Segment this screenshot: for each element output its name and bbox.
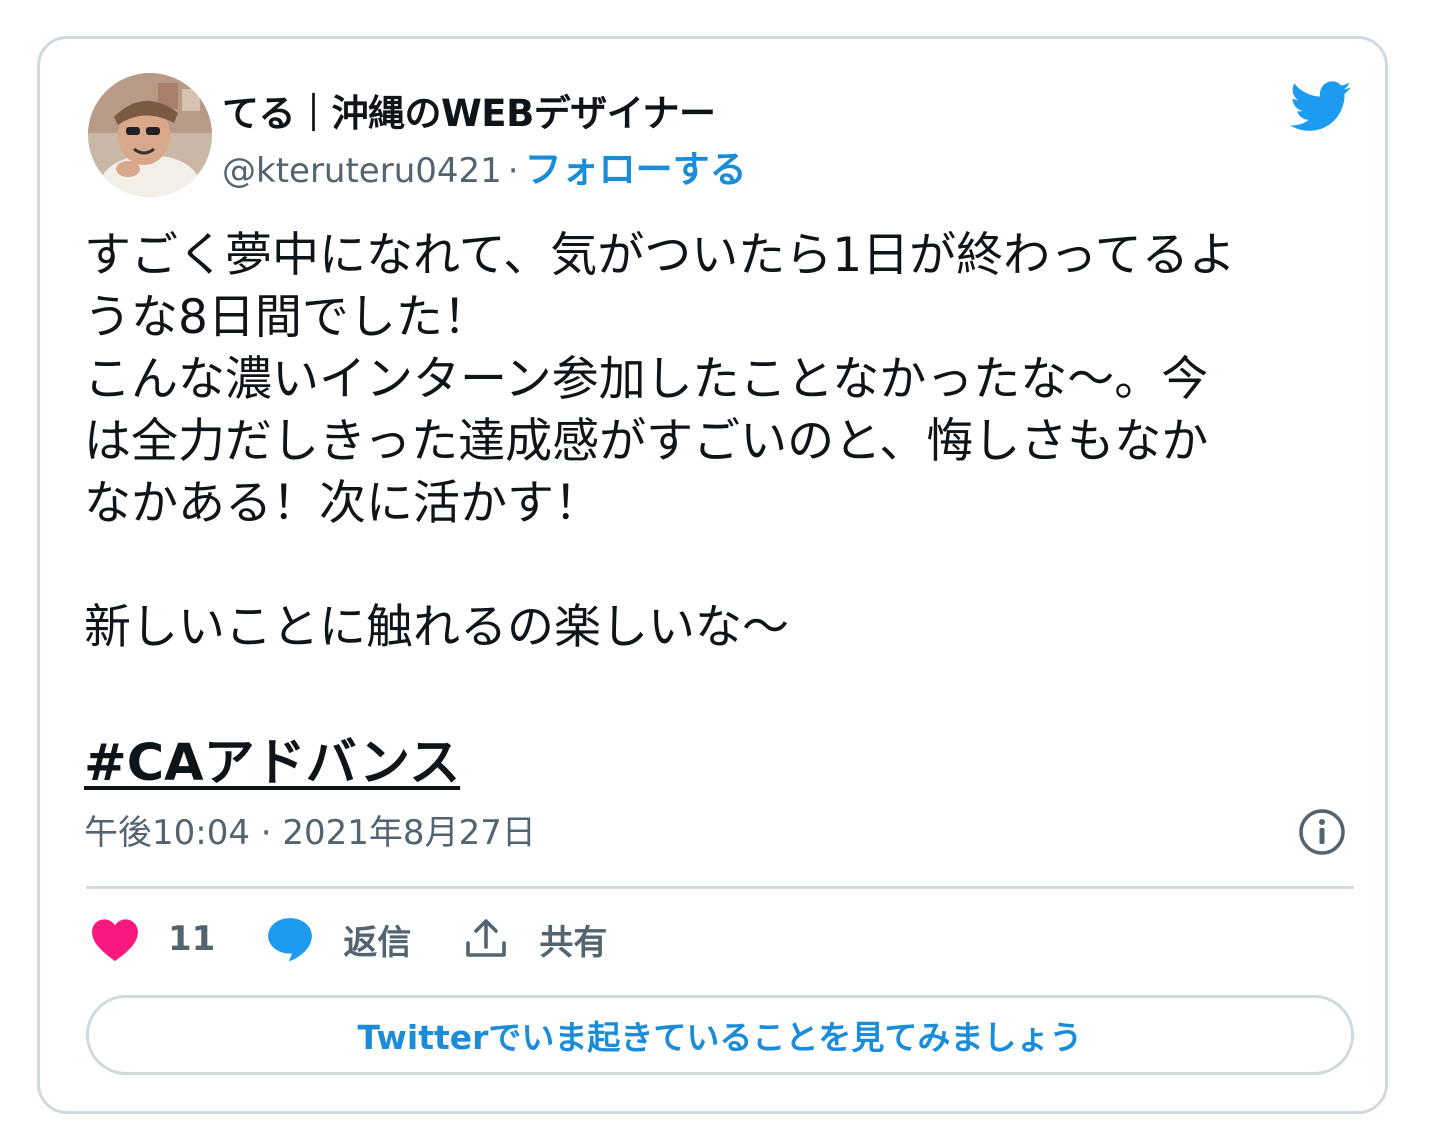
explore-twitter-button[interactable]: Twitterでいま起きていることを見てみましょう — [86, 995, 1354, 1075]
separator-dot: · — [507, 151, 519, 191]
reply-label: 返信 — [343, 922, 412, 963]
divider — [86, 886, 1354, 889]
share-upload-icon — [466, 919, 507, 957]
like-button[interactable]: 11 — [90, 916, 215, 962]
speech-bubble-icon — [268, 918, 313, 962]
follow-button[interactable]: フォローする — [525, 148, 747, 191]
share-label: 共有 — [539, 922, 608, 963]
reply-button[interactable]: 返信 — [265, 915, 411, 964]
heart-icon — [92, 919, 138, 962]
author-handle[interactable]: @kteruteru0421 — [222, 151, 502, 191]
tweet-embed-card: てる｜沖縄のWEBデザイナー @kteruteru0421 · フォローする すごく… — [37, 36, 1388, 1114]
share-button[interactable]: 共有 — [461, 915, 607, 964]
tweet-timestamp[interactable]: 午後10:04 · 2021年8月27日 — [84, 805, 536, 854]
twitter-bird-icon[interactable] — [1290, 81, 1352, 133]
info-icon[interactable] — [1297, 807, 1347, 857]
tweet-text: すごく夢中になれて、気がついたら1日が終わってるよ うな8日間でした！ こんな濃… — [84, 228, 1236, 655]
avatar-photo — [88, 73, 212, 197]
author-meta-row: @kteruteru0421 · フォローする — [222, 139, 747, 193]
author-display-name[interactable]: てる｜沖縄のWEBデザイナー — [222, 83, 716, 137]
avatar[interactable] — [88, 73, 212, 197]
hashtag-link[interactable]: #CAアドバンス — [84, 721, 460, 795]
action-bar: 11 返信 共有 — [90, 909, 657, 969]
like-count: 11 — [168, 919, 216, 959]
